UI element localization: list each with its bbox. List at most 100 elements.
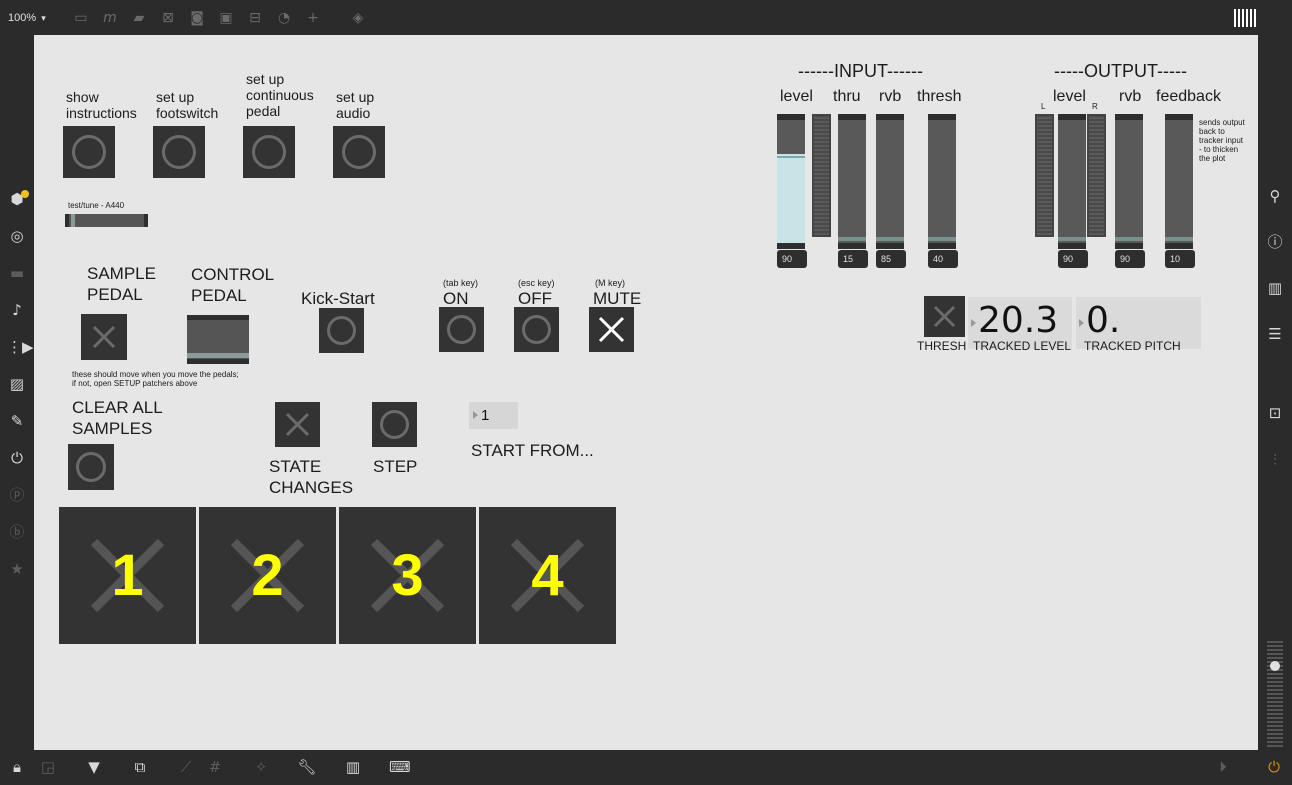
set-up-pedal-label: set up continuous pedal: [246, 71, 314, 119]
comment-icon[interactable]: ▰: [131, 10, 147, 26]
image-icon[interactable]: ▨: [7, 374, 27, 394]
present-icon[interactable]: ◲: [38, 757, 58, 777]
sample-slot-3[interactable]: 3: [339, 507, 476, 644]
output-feedback-label: feedback: [1156, 88, 1221, 105]
output-rvb-value[interactable]: 90: [1115, 250, 1145, 268]
transport-icon[interactable]: ⏵: [1213, 757, 1233, 777]
number-arrow-icon: [971, 319, 976, 327]
sample-slot-2[interactable]: 2: [199, 507, 336, 644]
tracked-pitch-label: TRACKED PITCH: [1084, 339, 1181, 353]
input-rvb-slider[interactable]: [876, 114, 904, 249]
slider-icon[interactable]: ▣: [218, 10, 234, 26]
video-icon[interactable]: ▬: [7, 263, 27, 283]
snap-icon[interactable]: ⟋: [176, 757, 196, 777]
input-thresh-value[interactable]: 40: [928, 250, 958, 268]
output-level-value[interactable]: 90: [1058, 250, 1088, 268]
state-changes-toggle[interactable]: [275, 402, 320, 447]
add-icon[interactable]: +: [305, 10, 321, 26]
message-icon[interactable]: m: [102, 10, 118, 26]
sample-slot-1[interactable]: 1: [59, 507, 196, 644]
slider-knob: [187, 353, 249, 358]
power-icon[interactable]: ⏻: [1264, 757, 1284, 777]
sample-pedal-label: SAMPLE PEDAL: [87, 264, 156, 304]
sample-slot-4[interactable]: 4: [479, 507, 616, 644]
paint-bucket-icon[interactable]: ◈: [350, 10, 366, 26]
window-icon[interactable]: ⧉: [130, 757, 150, 777]
mixer-icon[interactable]: ⫶: [1265, 450, 1285, 470]
grid-icon[interactable]: [1234, 9, 1256, 27]
thresh-toggle[interactable]: [924, 296, 965, 337]
search-icon[interactable]: ⚲: [1265, 186, 1285, 206]
slider-cap: [876, 243, 904, 249]
fader-icon[interactable]: ⊟: [247, 10, 263, 26]
book-icon[interactable]: ▥: [1265, 278, 1285, 298]
start-from-number-box[interactable]: 1: [469, 402, 518, 429]
volume-meter[interactable]: [1267, 639, 1283, 747]
control-pedal-slider[interactable]: [187, 315, 249, 364]
wand-icon[interactable]: ✧: [251, 757, 271, 777]
input-level-value[interactable]: 90: [777, 250, 807, 268]
output-feedback-slider[interactable]: [1165, 114, 1193, 249]
lock-icon[interactable]: 🔒︎: [7, 757, 27, 777]
mute-toggle[interactable]: [589, 307, 634, 352]
p-icon[interactable]: ⓟ: [7, 485, 27, 505]
number-arrow-icon: [473, 411, 478, 419]
star-icon[interactable]: ★: [7, 559, 27, 579]
input-rvb-value[interactable]: 85: [876, 250, 906, 268]
button-ring-icon: [76, 452, 106, 482]
wrench-icon[interactable]: 🔧︎: [297, 757, 317, 777]
input-rvb-label: rvb: [879, 88, 902, 105]
toggle-icon[interactable]: ⊠: [160, 10, 176, 26]
feedback-note: sends output back to tracker input - to …: [1199, 118, 1245, 163]
output-level-slider[interactable]: [1058, 114, 1086, 249]
output-rvb-slider[interactable]: [1115, 114, 1143, 249]
clear-all-label: CLEAR ALL SAMPLES: [72, 398, 163, 438]
on-button[interactable]: [439, 307, 484, 352]
piano-icon[interactable]: ▥: [343, 757, 363, 777]
input-level-slider[interactable]: [777, 114, 805, 249]
music-icon[interactable]: ♪: [7, 300, 27, 320]
info-icon[interactable]: ⓘ: [1265, 232, 1285, 252]
x-icon: [933, 305, 956, 328]
tracked-level-label: TRACKED LEVEL: [973, 339, 1072, 353]
off-button[interactable]: [514, 307, 559, 352]
set-up-audio-button[interactable]: [333, 126, 385, 178]
b-icon[interactable]: ⓑ: [7, 522, 27, 542]
volume-knob[interactable]: [1270, 661, 1280, 671]
step-button[interactable]: [372, 402, 417, 447]
sequence-icon[interactable]: ⋮▶: [7, 337, 34, 357]
button-ring-icon: [327, 316, 356, 345]
kick-start-button[interactable]: [319, 308, 364, 353]
input-thresh-slider[interactable]: [928, 114, 956, 249]
clear-all-button[interactable]: [68, 444, 114, 490]
plug-icon[interactable]: ⏻: [7, 448, 27, 468]
comment-icon[interactable]: ▼: [84, 757, 104, 777]
test-tune-slider[interactable]: [65, 214, 148, 227]
button-icon[interactable]: ◙: [189, 10, 205, 26]
tracked-level-value: 20.3: [978, 300, 1059, 341]
list-icon[interactable]: ☰: [1265, 324, 1285, 344]
output-feedback-value[interactable]: 10: [1165, 250, 1195, 268]
grid-icon[interactable]: #: [205, 757, 225, 777]
slider-knob: [838, 237, 866, 241]
set-up-footswitch-button[interactable]: [153, 126, 205, 178]
sample-number: 1: [111, 543, 144, 608]
dial-icon[interactable]: ◔: [276, 10, 292, 26]
start-from-value: 1: [481, 407, 490, 424]
sample-pedal-toggle[interactable]: [81, 314, 127, 360]
show-instructions-button[interactable]: [63, 126, 115, 178]
target-icon[interactable]: ◎: [7, 226, 27, 246]
camera-icon[interactable]: ⊡: [1265, 403, 1285, 423]
zoom-menu[interactable]: 100% ▾: [8, 11, 46, 25]
input-thru-value[interactable]: 15: [838, 250, 868, 268]
keyboard-icon[interactable]: ⌨: [389, 757, 411, 777]
presentation-icon[interactable]: ▭: [73, 10, 89, 26]
start-from-label: START FROM...: [471, 441, 594, 460]
slider-cap: [1115, 243, 1143, 249]
sample-number: 2: [251, 543, 284, 608]
paperclip-icon[interactable]: ✎: [7, 411, 27, 431]
input-thresh-label: thresh: [917, 88, 962, 105]
set-up-pedal-button[interactable]: [243, 126, 295, 178]
input-thru-slider[interactable]: [838, 114, 866, 249]
slider-cap: [1058, 243, 1086, 249]
